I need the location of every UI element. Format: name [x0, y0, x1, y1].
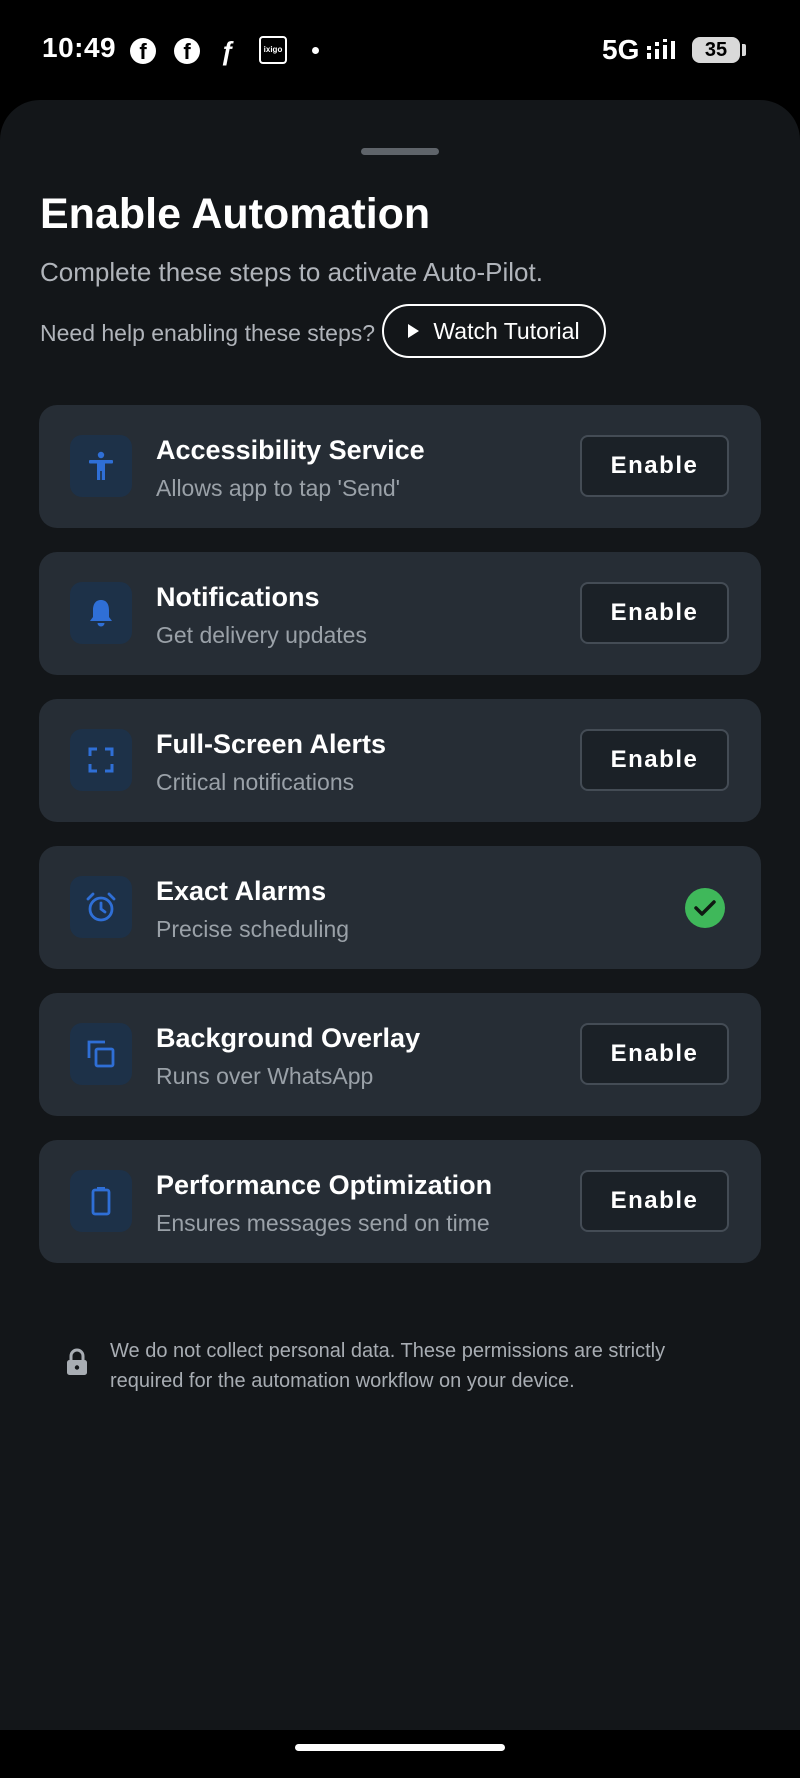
- play-icon: [408, 324, 420, 338]
- bell-icon: [70, 582, 132, 644]
- step-description: Ensures messages send on time: [156, 1210, 490, 1236]
- watch-tutorial-label: Watch Tutorial: [433, 317, 580, 344]
- facebook-icon: f: [174, 38, 200, 64]
- step-description: Allows app to tap 'Send': [156, 475, 401, 501]
- privacy-text: We do not collect personal data. These p…: [110, 1340, 666, 1392]
- signal-icon: [647, 39, 675, 59]
- automation-sheet: Enable Automation Complete these steps t…: [0, 100, 800, 1730]
- notification-dot-icon: [312, 47, 319, 54]
- flipkart-icon: ƒ: [220, 36, 235, 66]
- clock: 10:49: [42, 32, 117, 63]
- step-description: Critical notifications: [156, 769, 355, 795]
- page-title: Enable Automation: [40, 190, 431, 238]
- page-subtitle: Complete these steps to activate Auto-Pi…: [40, 257, 543, 287]
- enable-notifications-button[interactable]: Enable: [580, 582, 729, 644]
- facebook-icon: f: [130, 38, 156, 64]
- step-description: Get delivery updates: [156, 622, 367, 648]
- step-title: Exact Alarms: [156, 876, 327, 906]
- home-indicator[interactable]: [295, 1744, 505, 1751]
- battery-icon: 35: [692, 37, 740, 63]
- network-type: 5G: [602, 34, 640, 65]
- battery-icon: [70, 1170, 132, 1232]
- check-icon: [685, 888, 725, 928]
- fullscreen-icon: [70, 729, 132, 791]
- step-card-notifications: Notifications Get delivery updates Enabl…: [39, 552, 761, 675]
- enable-background-overlay-button[interactable]: Enable: [580, 1023, 729, 1085]
- step-description: Runs over WhatsApp: [156, 1063, 374, 1089]
- enable-performance-optimization-button[interactable]: Enable: [580, 1170, 729, 1232]
- step-card-exact-alarms: Exact Alarms Precise scheduling: [39, 846, 761, 969]
- accessibility-icon: [70, 435, 132, 497]
- step-title: Notifications: [156, 582, 320, 612]
- step-description: Precise scheduling: [156, 916, 350, 942]
- step-card-fullscreen-alerts: Full-Screen Alerts Critical notification…: [39, 699, 761, 822]
- navigation-bar: [0, 1730, 800, 1778]
- status-bar: 10:49 f f ƒ ixigo 5G 35: [0, 0, 800, 100]
- step-title: Performance Optimization: [156, 1170, 493, 1200]
- watch-tutorial-button[interactable]: Watch Tutorial: [382, 304, 606, 358]
- lock-icon: [67, 1348, 87, 1375]
- enable-fullscreen-alerts-button[interactable]: Enable: [580, 729, 729, 791]
- step-title: Background Overlay: [156, 1023, 421, 1053]
- step-card-performance-optimization: Performance Optimization Ensures message…: [39, 1140, 761, 1263]
- ixigo-icon: ixigo: [259, 36, 287, 64]
- battery-cap: [742, 44, 746, 56]
- enable-accessibility-button[interactable]: Enable: [580, 435, 729, 497]
- help-text: Need help enabling these steps?: [40, 320, 376, 346]
- step-title: Accessibility Service: [156, 435, 425, 465]
- step-title: Full-Screen Alerts: [156, 729, 387, 759]
- overlay-icon: [70, 1023, 132, 1085]
- step-card-background-overlay: Background Overlay Runs over WhatsApp En…: [39, 993, 761, 1116]
- alarm-icon: [70, 876, 132, 938]
- drag-handle[interactable]: [361, 148, 439, 155]
- step-card-accessibility: Accessibility Service Allows app to tap …: [39, 405, 761, 528]
